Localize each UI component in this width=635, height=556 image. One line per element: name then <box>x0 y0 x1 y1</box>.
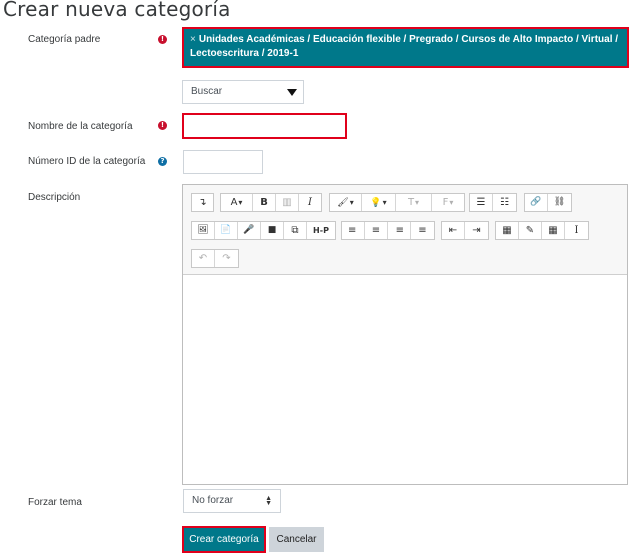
required-icon: ! <box>158 35 167 44</box>
file-button[interactable]: 📄 <box>215 222 238 239</box>
toolbar-group-toggle: ↴ <box>191 193 214 212</box>
align-right-button[interactable]: ≡ <box>388 222 411 239</box>
category-name-input[interactable] <box>182 113 347 139</box>
italic-button[interactable]: I <box>299 194 321 211</box>
brush-button[interactable]: 🖌 <box>330 194 362 211</box>
cancel-button[interactable]: Cancelar <box>269 527 324 552</box>
toolbar-group-lists: ☰ ☷ <box>469 193 517 212</box>
table-layout-button[interactable]: ▥ <box>276 194 299 211</box>
parent-category-label: Categoría padre <box>28 34 101 45</box>
bold-button[interactable]: B <box>253 194 276 211</box>
remove-icon[interactable]: × <box>190 34 196 45</box>
editor-toolbar: ↴ A B ▥ I 🖌 💡 T F ☰ ☷ 🔗 ⛓ 🖼 📄 🎤 ■ ⧉ <box>183 185 627 275</box>
toolbar-group-media: 🖼 📄 🎤 ■ ⧉ H-P <box>191 221 336 240</box>
edit-button[interactable]: ✎ <box>519 222 542 239</box>
toolbar-group-indent: ⇤ ⇥ <box>441 221 489 240</box>
calculator-button[interactable]: ▦ <box>496 222 519 239</box>
undo-button[interactable]: ↶ <box>192 250 215 267</box>
unlink-button[interactable]: ⛓ <box>548 194 571 211</box>
toolbar-group-style: A B ▥ I <box>220 193 322 212</box>
category-name-label: Nombre de la categoría <box>28 121 133 132</box>
font-family-button[interactable]: F <box>432 194 464 211</box>
toolbar-group-links: 🔗 ⛓ <box>524 193 572 212</box>
required-icon: ! <box>158 121 167 130</box>
category-id-input[interactable] <box>183 150 263 174</box>
h5p-button[interactable]: H-P <box>307 222 335 239</box>
justify-button[interactable]: ≡ <box>411 222 434 239</box>
parent-search-dropdown[interactable]: Buscar <box>182 80 304 104</box>
bulb-button[interactable]: 💡 <box>362 194 396 211</box>
help-icon[interactable]: ? <box>158 157 167 166</box>
parent-category-value-line1: × Unidades Académicas / Educación flexibl… <box>190 34 619 45</box>
page-title: Crear nueva categoría <box>3 0 231 21</box>
create-category-button[interactable]: Crear categoría <box>182 526 266 553</box>
description-label: Descripción <box>28 192 81 203</box>
indent-button[interactable]: ⇥ <box>465 222 488 239</box>
updown-icon: ▲ ▼ <box>265 495 272 507</box>
cursor-button[interactable]: I <box>565 222 588 239</box>
editor-content-area[interactable] <box>183 276 627 484</box>
toolbar-group-align: ≡ ≡ ≡ ≡ <box>341 221 435 240</box>
image-button[interactable]: 🖼 <box>192 222 215 239</box>
video-button[interactable]: ■ <box>261 222 284 239</box>
category-id-label: Número ID de la categoría <box>28 156 146 167</box>
align-left-button[interactable]: ≡ <box>342 222 365 239</box>
parent-category-value-line2: Lectoescritura / 2019-1 <box>190 48 299 59</box>
bullet-list-button[interactable]: ☰ <box>470 194 493 211</box>
numbered-list-button[interactable]: ☷ <box>493 194 516 211</box>
force-theme-select[interactable]: No forzar ▲ ▼ <box>183 489 281 513</box>
copy-button[interactable]: ⧉ <box>284 222 307 239</box>
force-theme-label: Forzar tema <box>28 497 82 508</box>
outdent-button[interactable]: ⇤ <box>442 222 465 239</box>
table-button[interactable]: ▦ <box>542 222 565 239</box>
font-size-button[interactable]: A <box>221 194 253 211</box>
microphone-button[interactable]: 🎤 <box>238 222 261 239</box>
text-format-button[interactable]: T <box>396 194 432 211</box>
search-label: Buscar <box>191 86 223 97</box>
toolbar-group-format: 🖌 💡 T F <box>329 193 465 212</box>
parent-category-selection[interactable]: × Unidades Académicas / Educación flexibl… <box>182 27 629 68</box>
chevron-down-icon <box>287 89 297 96</box>
toolbar-group-history: ↶ ↷ <box>191 249 239 268</box>
toolbar-toggle-button[interactable]: ↴ <box>192 194 213 211</box>
redo-button[interactable]: ↷ <box>215 250 238 267</box>
align-center-button[interactable]: ≡ <box>365 222 388 239</box>
toolbar-group-tools: ▦ ✎ ▦ I <box>495 221 589 240</box>
force-theme-selected: No forzar <box>192 495 234 506</box>
link-button[interactable]: 🔗 <box>525 194 548 211</box>
description-editor[interactable]: ↴ A B ▥ I 🖌 💡 T F ☰ ☷ 🔗 ⛓ 🖼 📄 🎤 ■ ⧉ <box>182 184 628 485</box>
